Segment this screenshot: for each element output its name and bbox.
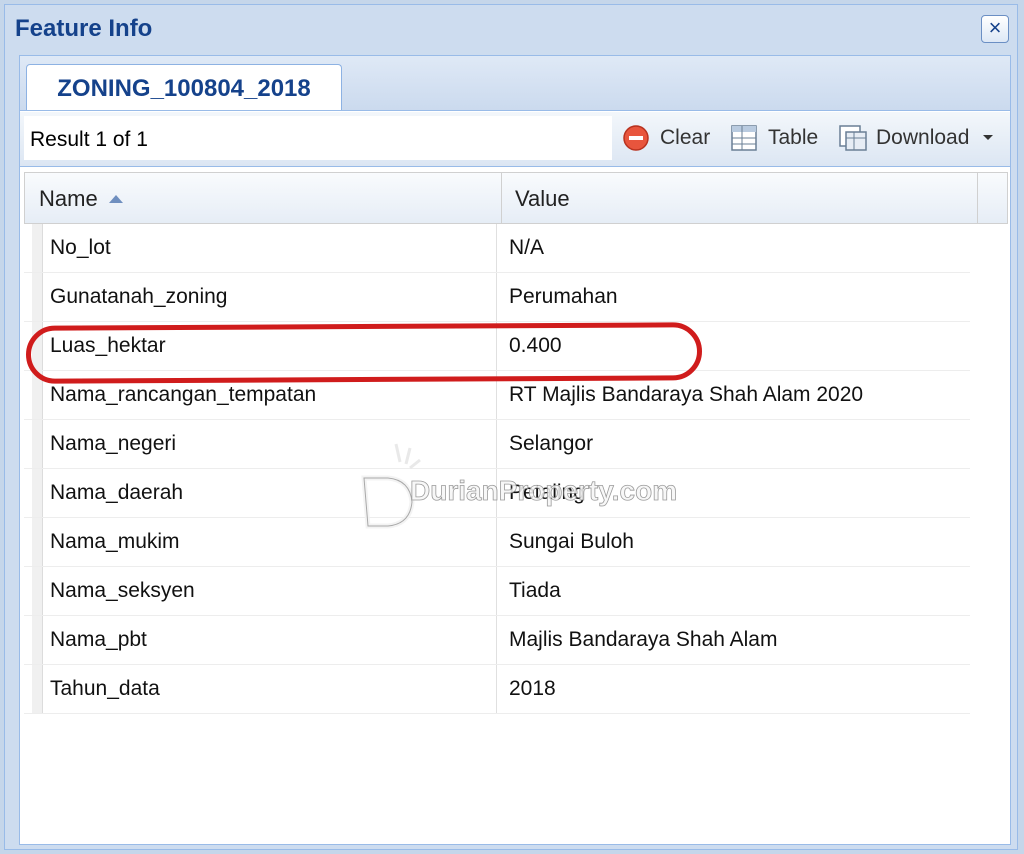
- table-row[interactable]: Tahun_data 2018: [24, 665, 970, 714]
- table-button[interactable]: Table: [730, 124, 830, 152]
- table-row[interactable]: Gunatanah_zoning Perumahan: [24, 273, 970, 322]
- row-marker: [32, 567, 43, 615]
- close-icon: ×: [988, 15, 1002, 40]
- row-name: Tahun_data: [50, 677, 160, 700]
- sort-ascending-icon: [109, 195, 123, 203]
- column-header-name[interactable]: Name: [25, 173, 502, 223]
- row-marker: [32, 273, 43, 321]
- svg-text:DurianProperty.com: DurianProperty.com: [410, 475, 677, 506]
- row-marker: [32, 224, 43, 272]
- column-header-value[interactable]: Value: [501, 173, 978, 223]
- table-row[interactable]: Nama_pbt Majlis Bandaraya Shah Alam: [24, 616, 970, 665]
- row-name: Nama_negeri: [50, 432, 177, 455]
- highlight-annotation: [25, 322, 703, 384]
- window-title: Feature Info: [15, 15, 153, 42]
- row-name: Gunatanah_zoning: [50, 285, 228, 308]
- table-row[interactable]: Nama_seksyen Tiada: [24, 567, 970, 616]
- row-value: Majlis Bandaraya Shah Alam: [496, 616, 777, 664]
- clear-button[interactable]: Clear: [622, 124, 722, 152]
- row-value: Tiada: [496, 567, 561, 615]
- row-name: Nama_mukim: [50, 530, 180, 553]
- grid-header: Name Value: [24, 172, 1008, 224]
- tab-label: ZONING_100804_2018: [57, 75, 311, 102]
- row-marker: [32, 518, 43, 566]
- feature-panel: ZONING_100804_2018 Result 1 of 1 Clear T…: [19, 55, 1011, 845]
- row-marker: [32, 616, 43, 664]
- row-marker: [32, 665, 43, 713]
- row-value: Perumahan: [496, 273, 618, 321]
- row-name: Nama_rancangan_tempatan: [50, 383, 317, 406]
- tab-strip: ZONING_100804_2018: [20, 56, 1010, 111]
- table-row[interactable]: No_lot N/A: [24, 224, 970, 273]
- result-text: Result 1 of 1: [30, 128, 148, 151]
- table-icon: [731, 125, 757, 151]
- row-name: Nama_daerah: [50, 481, 184, 504]
- feature-info-window: Feature Info × ZONING_100804_2018 Result…: [4, 4, 1018, 850]
- durian-property-watermark: DurianProperty.com: [361, 443, 677, 529]
- row-marker: [32, 420, 43, 468]
- result-counter: Result 1 of 1: [24, 116, 612, 160]
- download-button[interactable]: Download: [838, 124, 1000, 152]
- clear-icon: [623, 125, 649, 151]
- title-bar[interactable]: Feature Info ×: [5, 5, 1017, 53]
- chevron-down-icon: [983, 135, 993, 140]
- row-name: Nama_pbt: [50, 628, 147, 651]
- row-value: N/A: [496, 224, 544, 272]
- row-value: 2018: [496, 665, 556, 713]
- row-name: No_lot: [50, 236, 111, 259]
- tab-zoning[interactable]: ZONING_100804_2018: [26, 64, 342, 110]
- toolbar: Result 1 of 1 Clear Table Download: [20, 112, 1010, 167]
- row-marker: [32, 469, 43, 517]
- close-button[interactable]: ×: [981, 15, 1009, 43]
- row-name: Nama_seksyen: [50, 579, 195, 602]
- download-icon: [839, 125, 867, 151]
